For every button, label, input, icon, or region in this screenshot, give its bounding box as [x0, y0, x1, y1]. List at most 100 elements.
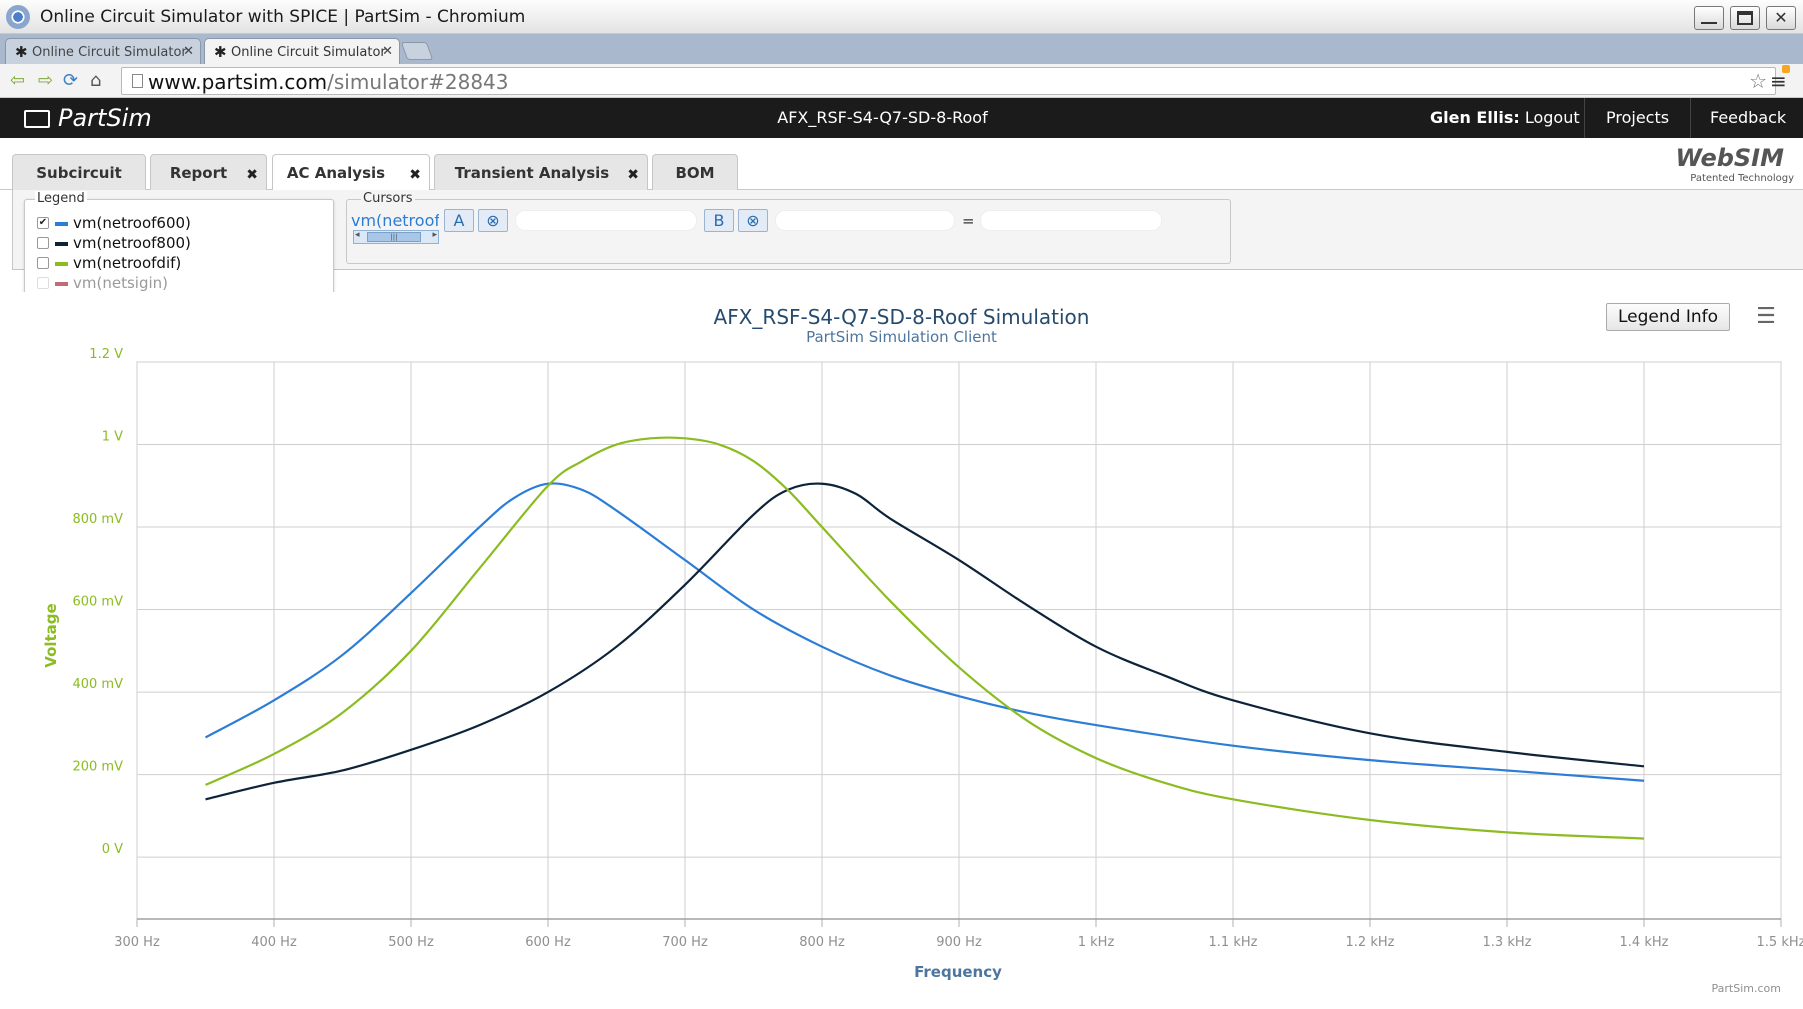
legend-item-label: vm(netroof600) [73, 214, 191, 232]
window-title: Online Circuit Simulator with SPICE | Pa… [40, 7, 526, 27]
user-name: Glen Ellis: [1430, 108, 1520, 127]
close-tab-icon[interactable]: ✖ [409, 167, 421, 183]
tab-label: Subcircuit [36, 164, 122, 182]
browser-toolbar: ⇦ ⇨ ⟳ ⌂ www.partsim.com/simulator#28843 … [0, 64, 1803, 98]
cursor-b-button[interactable]: B [704, 209, 734, 232]
x-tick-label: 1.1 kHz [1209, 935, 1258, 950]
minimize-window-button[interactable] [1694, 6, 1724, 30]
x-tick-label: 900 Hz [936, 935, 982, 950]
chart-menu-icon[interactable]: ☰ [1749, 303, 1783, 331]
websim-logo: WebSIM Patented Technology [1666, 144, 1795, 186]
legend-info-button[interactable]: Legend Info [1606, 303, 1730, 331]
chart-credit[interactable]: PartSim.com [1712, 982, 1781, 995]
x-axis-label: Frequency [914, 963, 1002, 981]
page-icon [132, 74, 143, 88]
close-window-button[interactable]: ✕ [1766, 6, 1796, 30]
chart-subtitle: PartSim Simulation Client [806, 328, 997, 346]
partsim-favicon-icon: ✱ [15, 43, 28, 61]
clear-cursor-b-icon[interactable]: ⊗ [738, 209, 768, 232]
cursor-a-button[interactable]: A [444, 209, 474, 232]
analysis-tab-bar: Subcircuit Report ✖ AC Analysis ✖ Transien… [0, 138, 1803, 191]
tab-bom[interactable]: BOM [652, 154, 738, 190]
user-area: Glen Ellis: Logout [1430, 108, 1580, 127]
close-tab-icon[interactable]: ✖ [246, 167, 258, 183]
y-tick-label: 1.2 V [89, 347, 123, 362]
update-badge [1782, 65, 1790, 73]
home-icon[interactable]: ⌂ [90, 70, 101, 91]
legend-panel-title: Legend [35, 191, 87, 206]
scroll-left-icon[interactable]: ◂ [355, 230, 360, 240]
browser-tab-title: Online Circuit Simulator [32, 45, 187, 60]
url-path: /simulator#28843 [327, 70, 509, 94]
maximize-icon [1737, 11, 1753, 25]
close-tab-icon[interactable]: ✕ [183, 44, 194, 59]
tab-ac-analysis[interactable]: AC Analysis ✖ [272, 154, 430, 191]
close-tab-icon[interactable]: ✕ [382, 44, 393, 59]
y-tick-label: 200 mV [72, 760, 123, 775]
cursor-difference-field[interactable] [980, 210, 1162, 231]
cursors-panel: Cursors vm(netroof ◂ ||| ▸ A ⊗ B ⊗ = [346, 191, 1231, 264]
reload-icon[interactable]: ⟳ [63, 70, 78, 91]
x-tick-label: 700 Hz [662, 935, 708, 950]
projects-link[interactable]: Projects [1606, 108, 1669, 127]
close-icon: ✕ [1774, 8, 1788, 27]
browser-tab-2[interactable]: ✱ Online Circuit Simulator ✕ [204, 38, 400, 64]
close-tab-icon[interactable]: ✖ [627, 167, 639, 183]
cursor-a-value-field[interactable] [515, 210, 697, 231]
series-swatch [55, 262, 68, 266]
url-text[interactable]: www.partsim.com/simulator#28843 [148, 70, 509, 94]
new-tab-button[interactable] [400, 42, 434, 60]
x-tick-label: 1.2 kHz [1346, 935, 1395, 950]
x-tick-label: 800 Hz [799, 935, 845, 950]
series-swatch [55, 222, 68, 226]
x-tick-label: 1.3 kHz [1483, 935, 1532, 950]
chrome-menu-icon[interactable]: ≡ [1770, 65, 1790, 93]
browser-tab-strip: ✱ Online Circuit Simulator ✕ ✱ Online Ci… [0, 34, 1803, 64]
legend-checkbox[interactable] [37, 237, 49, 249]
cursor-series-scrollbar[interactable]: ◂ ||| ▸ [353, 230, 439, 244]
bookmark-star-icon[interactable]: ☆ [1749, 69, 1767, 93]
chart-title: AFX_RSF-S4-Q7-SD-8-Roof Simulation [713, 305, 1090, 329]
tab-report[interactable]: Report ✖ [150, 154, 267, 190]
partsim-favicon-icon: ✱ [214, 43, 227, 61]
x-tick-label: 300 Hz [114, 935, 160, 950]
cursor-equals-sign: = [962, 212, 975, 230]
legend-checkbox[interactable]: ✔ [37, 217, 49, 229]
legend-checkbox[interactable] [37, 277, 49, 289]
websim-tagline: Patented Technology [1690, 173, 1794, 184]
partsim-header: PartSim AFX_RSF-S4-Q7-SD-8-Roof Glen Ell… [0, 98, 1803, 138]
cursor-series-select[interactable]: vm(netroof [351, 211, 439, 230]
browser-tab-title: Online Circuit Simulator [231, 45, 386, 60]
feedback-link[interactable]: Feedback [1710, 108, 1786, 127]
cursor-b-value-field[interactable] [775, 210, 955, 231]
forward-arrow-icon[interactable]: ⇨ [38, 70, 53, 91]
x-tick-label: 1.4 kHz [1620, 935, 1669, 950]
clear-cursor-a-icon[interactable]: ⊗ [478, 209, 508, 232]
logout-link[interactable]: Logout [1525, 108, 1580, 127]
y-tick-label: 1 V [102, 430, 123, 445]
legend-item-label: vm(netsigin) [73, 274, 168, 292]
y-tick-label: 400 mV [72, 677, 123, 692]
y-tick-label: 800 mV [72, 512, 123, 527]
scroll-thumb[interactable]: ||| [367, 232, 421, 242]
address-bar[interactable]: www.partsim.com/simulator#28843 ☆ [121, 67, 1776, 95]
browser-tab-1[interactable]: ✱ Online Circuit Simulator ✕ [5, 38, 201, 64]
nav-divider [1690, 98, 1691, 138]
browser-title-bar: Online Circuit Simulator with SPICE | Pa… [0, 0, 1803, 34]
x-tick-label: 1.5 kHz [1757, 935, 1803, 950]
url-host: www.partsim.com [148, 70, 328, 94]
back-arrow-icon[interactable]: ⇦ [10, 70, 25, 91]
scroll-right-icon[interactable]: ▸ [432, 230, 437, 240]
maximize-window-button[interactable] [1730, 6, 1760, 30]
tab-label: Report [169, 164, 228, 182]
minimize-icon [1701, 22, 1717, 24]
nav-divider [1584, 98, 1585, 138]
tab-subcircuit[interactable]: Subcircuit [12, 154, 146, 190]
tab-transient-analysis[interactable]: Transient Analysis ✖ [434, 154, 648, 190]
series-swatch [55, 282, 68, 286]
ac-analysis-chart[interactable]: 300 Hz 400 Hz 500 Hz 600 Hz 700 Hz 800 Hz 900 … [0, 292, 1803, 1009]
chart-area: 300 Hz 400 Hz 500 Hz 600 Hz 700 Hz 800 Hz 900 … [0, 292, 1803, 1009]
x-tick-label: 400 Hz [251, 935, 297, 950]
legend-checkbox[interactable] [37, 257, 49, 269]
x-tick-label: 600 Hz [525, 935, 571, 950]
